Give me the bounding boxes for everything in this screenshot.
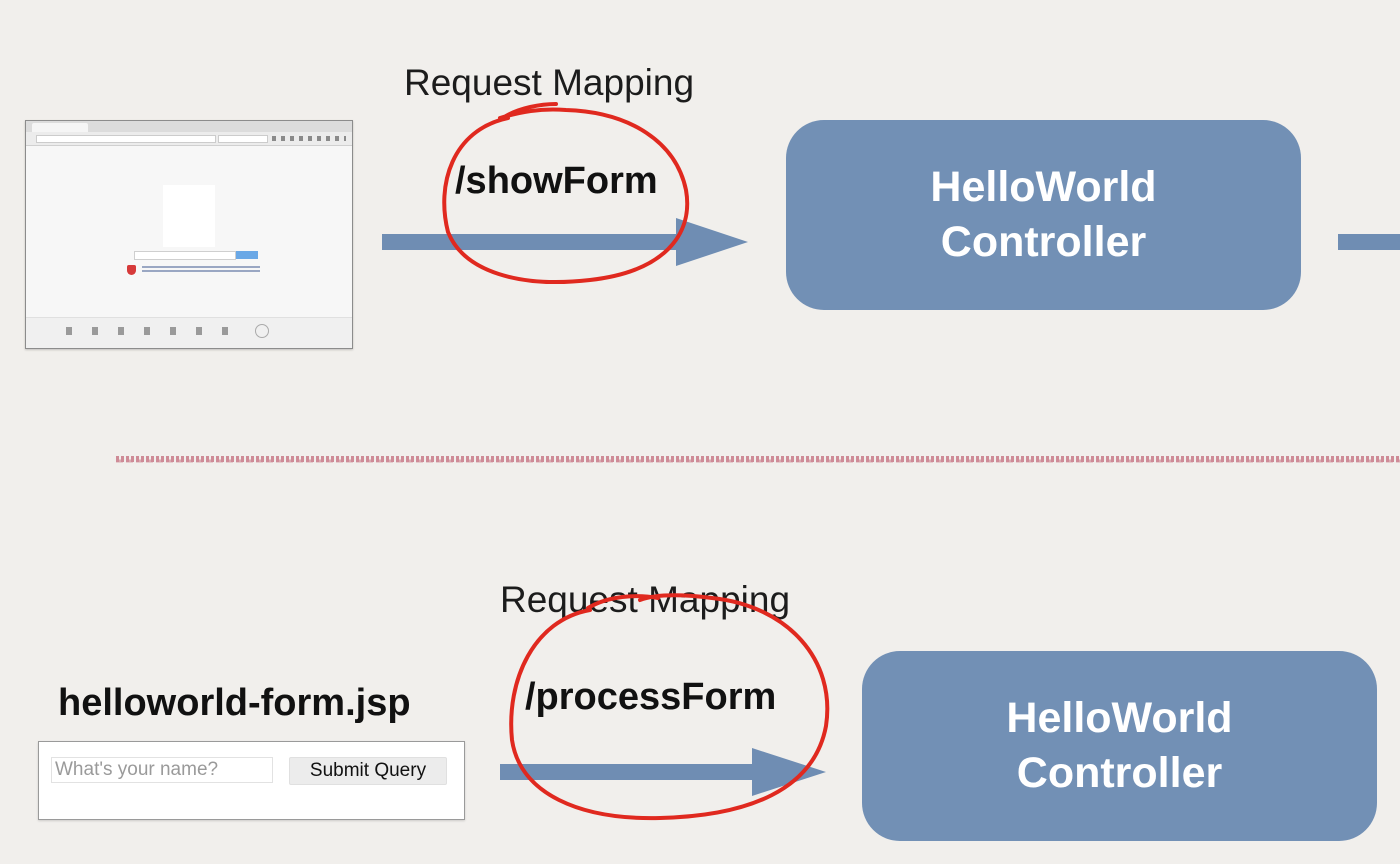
arrow-to-controller-bottom <box>500 748 826 796</box>
arrow-to-controller-top <box>382 218 748 266</box>
diagram-overlay <box>116 102 1400 821</box>
annotation-circle-top <box>442 102 690 284</box>
arrow-out-of-controller-top <box>1338 234 1400 250</box>
section-divider <box>116 456 1400 463</box>
